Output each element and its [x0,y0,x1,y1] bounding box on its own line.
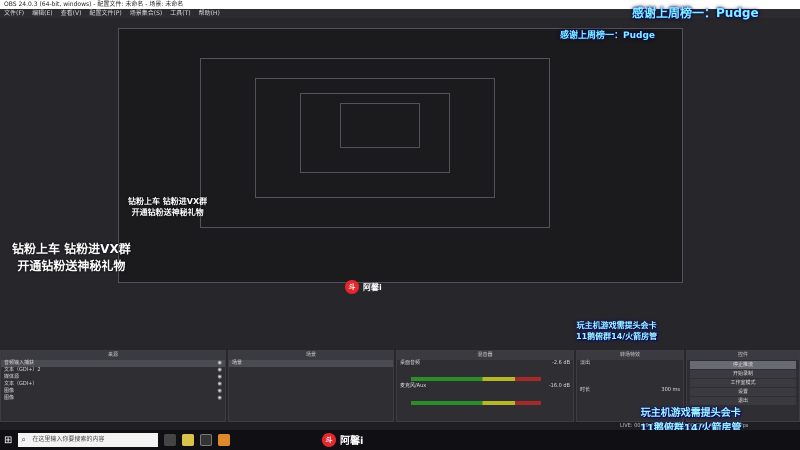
stop-streaming-button[interactable]: 停止推流 [690,361,796,369]
left-banner: 钻粉上车 钻粉进VX群 开通钻粉送神秘礼物 [12,240,131,274]
app-icon[interactable] [218,434,231,446]
task-view-icon[interactable] [164,434,177,446]
eye-icon[interactable]: ◉ [218,374,222,381]
nested-banner-1: 感谢上周榜一：Pudge [560,31,655,41]
left-banner-line1: 钻粉上车 钻粉进VX群 [12,242,131,256]
nested-bottom-right-line2: 11鹅俯群14/火箭房管 [576,332,658,341]
duration-field[interactable]: 300 ms [661,387,680,394]
logo-icon: 斗 [322,432,336,447]
top-right-banner: 感谢上周榜一：Pudge [632,6,759,20]
menu-scene-collection[interactable]: 场景集合(S) [130,9,163,18]
taskbar: ⊞ 在这里输入你要搜索的内容 [0,430,800,450]
nested-left-banner: 钻粉上车 钻粉进VX群 开通钻粉送神秘礼物 [128,196,207,218]
mic-audio-meter [411,401,541,405]
mixer-channel-desktop: 桌面音频 -2.6 dB [400,360,570,366]
sources-dock: 来源 音频输入捕获 ◉ 文本（GDI+）2 ◉ 媒体源 ◉ 文本（GDI+） ◉ 图像 ◉… [0,350,226,422]
scenes-title: 场景 [229,351,393,360]
logo-icon: 斗 [345,280,359,294]
taskbar-search-input[interactable]: 在这里输入你要搜索的内容 [18,433,159,447]
mixer-channel-mic: 麦克风/Aux -16.0 dB [400,383,570,389]
left-banner-line2: 开通钻粉送神秘礼物 [17,259,126,273]
menu-edit[interactable]: 编辑(E) [32,9,52,18]
mixer-dock: 混音器 桌面音频 -2.6 dB 麦克风/Aux -16.0 dB [396,350,574,422]
windows-start-icon[interactable]: ⊞ [4,435,12,446]
menu-tools[interactable]: 工具(T) [170,9,190,18]
nested-left-banner-line1: 钻粉上车 钻粉进VX群 [128,197,208,206]
eye-icon[interactable]: ◉ [218,360,222,367]
transitions-title: 转场特效 [577,351,683,360]
source-item[interactable]: 图像 ◉ [1,388,225,395]
transition-select[interactable]: 淡出 [577,360,683,367]
scene-item[interactable]: 场景 [229,360,393,367]
bottom-right-line1: 玩主机游戏需提头会卡 [640,408,741,419]
menu-profile[interactable]: 配置文件(P) [89,9,121,18]
nested-preview-5 [340,103,420,148]
nested-brand-logo: 斗 阿馨i [345,280,382,294]
controls-title: 控件 [687,351,799,360]
preview-canvas[interactable]: 感谢上周榜一：Pudge 感谢上周榜一：Pudge 钻粉上车 钻粉进VX群 开通… [0,6,800,350]
eye-icon[interactable]: ◉ [218,367,222,374]
source-item[interactable]: 文本（GDI+） ◉ [1,381,225,388]
nested-bottom-right-line1: 玩主机游戏需提头会卡 [576,321,657,330]
source-item[interactable]: 媒体源 ◉ [1,374,225,381]
scenes-dock: 场景 场景 [228,350,394,422]
start-recording-button[interactable]: 开始录制 [690,370,796,378]
source-item[interactable]: 音频输入捕获 ◉ [1,360,225,367]
nested-bottom-right-banner: 玩主机游戏需提头会卡 11鹅俯群14/火箭房管 [576,320,657,342]
eye-icon[interactable]: ◉ [218,388,222,395]
nested-brand-name: 阿馨i [363,282,382,292]
menu-file[interactable]: 文件(F) [4,9,24,18]
app-icon[interactable] [182,434,195,446]
source-item[interactable]: 图像 ◉ [1,395,225,402]
obs-icon[interactable] [200,434,213,446]
menu-help[interactable]: 帮助(H) [199,9,220,18]
desktop-audio-meter [411,377,541,381]
source-item[interactable]: 文本（GDI+）2 ◉ [1,367,225,374]
duration-row: 时长 300 ms [580,387,680,394]
brand-name: 阿馨i [340,436,364,447]
mixer-title: 混音器 [397,351,573,360]
menu-view[interactable]: 查看(V) [61,9,82,18]
nested-left-banner-line2: 开通钻粉送神秘礼物 [131,208,204,217]
settings-button[interactable]: 设置 [690,388,796,396]
studio-mode-button[interactable]: 工作室模式 [690,379,796,387]
brand-logo: 斗 阿馨i [322,432,363,447]
sources-title: 来源 [1,351,225,360]
eye-icon[interactable]: ◉ [218,395,222,402]
eye-icon[interactable]: ◉ [218,381,222,388]
